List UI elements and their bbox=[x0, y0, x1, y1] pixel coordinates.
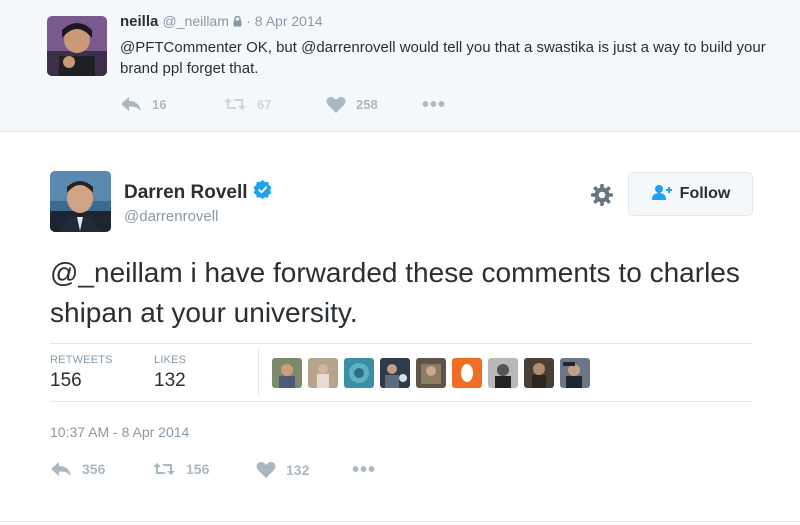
avatar[interactable] bbox=[50, 171, 111, 232]
author-handle[interactable]: @darrenrovell bbox=[124, 208, 218, 225]
reply-count: 356 bbox=[82, 461, 106, 477]
retweets-stat[interactable]: RETWEETS 156 bbox=[50, 354, 113, 392]
reply-count: 16 bbox=[152, 96, 167, 112]
avatar[interactable] bbox=[308, 358, 338, 388]
retweet-action[interactable]: 67 bbox=[223, 96, 271, 112]
reply-icon bbox=[50, 461, 72, 477]
more-icon: ••• bbox=[352, 459, 377, 481]
stats-divider-bottom bbox=[50, 401, 753, 402]
lock-icon bbox=[233, 14, 242, 31]
stats-divider-top bbox=[50, 343, 753, 344]
avatar[interactable] bbox=[560, 358, 590, 388]
parent-tweet-text: @PFTCommenter OK, but @darrenrovell woul… bbox=[120, 39, 766, 77]
avatar[interactable] bbox=[524, 358, 554, 388]
author-name[interactable]: Darren Rovell bbox=[124, 180, 272, 205]
liker-avatars bbox=[272, 358, 596, 388]
tweet-date[interactable]: · 8 Apr 2014 bbox=[246, 13, 322, 29]
more-action[interactable]: ••• bbox=[422, 94, 447, 116]
heart-icon bbox=[326, 96, 346, 113]
gear-icon[interactable] bbox=[590, 183, 614, 207]
like-count: 132 bbox=[286, 461, 310, 478]
author-name[interactable]: neilla bbox=[120, 13, 158, 30]
retweet-action[interactable]: 156 bbox=[152, 461, 209, 477]
retweets-value: 156 bbox=[50, 370, 82, 391]
follow-person-icon bbox=[651, 184, 680, 205]
stats-vertical-divider bbox=[258, 348, 259, 396]
likes-value: 132 bbox=[154, 370, 186, 391]
tweet-text: @_neillam i have forwarded these comment… bbox=[50, 257, 740, 328]
parent-tweet-header: neilla @_neillam · 8 Apr 2014 bbox=[120, 13, 323, 31]
avatar[interactable] bbox=[416, 358, 446, 388]
reply-action[interactable]: 16 bbox=[120, 96, 166, 112]
retweet-count: 67 bbox=[257, 96, 272, 112]
follow-button[interactable]: Follow bbox=[628, 172, 753, 216]
heart-icon bbox=[256, 461, 276, 478]
retweet-icon bbox=[223, 96, 247, 112]
bottom-divider bbox=[0, 521, 800, 522]
likes-label: LIKES bbox=[154, 354, 187, 366]
author-handle[interactable]: @_neillam bbox=[163, 13, 229, 29]
like-action[interactable]: 132 bbox=[256, 461, 309, 478]
reply-icon bbox=[120, 96, 142, 112]
avatar[interactable] bbox=[47, 16, 107, 76]
avatar[interactable] bbox=[488, 358, 518, 388]
more-action[interactable]: ••• bbox=[352, 459, 377, 481]
avatar[interactable] bbox=[452, 358, 482, 388]
reply-action[interactable]: 356 bbox=[50, 461, 105, 477]
likes-stat[interactable]: LIKES 132 bbox=[154, 354, 186, 392]
avatar[interactable] bbox=[380, 358, 410, 388]
tweet-timestamp[interactable]: 10:37 AM - 8 Apr 2014 bbox=[50, 424, 189, 440]
retweet-icon bbox=[152, 461, 176, 477]
follow-label: Follow bbox=[679, 185, 731, 202]
parent-tweet[interactable]: neilla @_neillam · 8 Apr 2014 @PFTCommen… bbox=[0, 0, 800, 132]
retweet-count: 156 bbox=[186, 461, 210, 477]
retweets-label: RETWEETS bbox=[50, 354, 113, 366]
verified-icon bbox=[253, 180, 272, 205]
more-icon: ••• bbox=[422, 94, 447, 116]
like-action[interactable]: 258 bbox=[326, 96, 378, 113]
avatar[interactable] bbox=[344, 358, 374, 388]
like-count: 258 bbox=[356, 97, 378, 112]
author-name-text: Darren Rovell bbox=[124, 181, 248, 203]
avatar[interactable] bbox=[272, 358, 302, 388]
